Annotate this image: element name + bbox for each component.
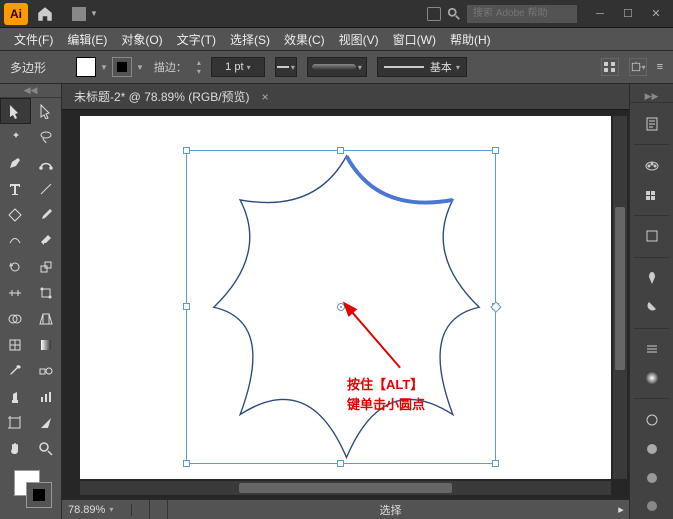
color-panel-icon[interactable] <box>639 153 665 178</box>
artboard-tool[interactable] <box>0 410 31 436</box>
magic-wand-tool[interactable] <box>0 124 31 150</box>
line-tool[interactable] <box>31 176 62 202</box>
menu-view[interactable]: 视图(V) <box>333 29 385 50</box>
panel-menu-icon[interactable]: ≡ <box>657 61 663 73</box>
graphic-style-drop[interactable]: 基本▾ <box>377 57 467 77</box>
paintbrush-tool[interactable] <box>31 202 62 228</box>
fill-swatch[interactable] <box>76 57 96 77</box>
shape-builder-tool[interactable] <box>0 306 31 332</box>
home-icon[interactable] <box>36 5 54 23</box>
swatches-panel-icon[interactable] <box>639 182 665 207</box>
width-tool[interactable] <box>0 280 31 306</box>
shape-type-label: 多边形 <box>10 59 46 76</box>
layers-panel-icon[interactable] <box>639 465 665 490</box>
menu-select[interactable]: 选择(S) <box>224 29 276 50</box>
handle-mid-left[interactable] <box>183 303 190 310</box>
menu-object[interactable]: 对象(O) <box>115 29 168 50</box>
eraser-tool[interactable] <box>31 228 62 254</box>
vertical-scrollbar[interactable] <box>613 116 627 479</box>
menu-edit[interactable]: 编辑(E) <box>61 29 113 50</box>
properties-panel-icon[interactable] <box>639 111 665 136</box>
status-menu[interactable]: ▸ <box>613 503 629 516</box>
zoom-level[interactable]: 78.89%▾ <box>62 504 132 516</box>
perspective-tool[interactable] <box>31 306 62 332</box>
status-mode: 选择 <box>168 502 613 518</box>
search-input[interactable] <box>467 5 577 23</box>
brushes-panel-icon[interactable] <box>639 266 665 291</box>
transparency-panel-icon[interactable] <box>639 407 665 432</box>
rectangle-tool[interactable] <box>0 202 31 228</box>
fill-stroke-indicator[interactable] <box>0 466 61 512</box>
gradient-tool[interactable] <box>31 332 62 358</box>
blend-tool[interactable] <box>31 358 62 384</box>
eyedropper-tool[interactable] <box>0 358 31 384</box>
stroke-dropdown[interactable]: ▼ <box>136 63 144 72</box>
menu-file[interactable]: 文件(F) <box>8 29 59 50</box>
app-icon: Ai <box>4 3 28 25</box>
symbols-panel-icon[interactable] <box>639 295 665 320</box>
direct-selection-tool[interactable] <box>31 98 62 124</box>
stroke-weight-input[interactable]: 1 pt ▾ <box>211 57 265 77</box>
tab-close-icon[interactable]: × <box>262 90 269 104</box>
canvas[interactable]: 按住【ALT】 键单击小圆点 <box>80 116 611 479</box>
menu-help[interactable]: 帮助(H) <box>444 29 497 50</box>
type-tool[interactable] <box>0 176 31 202</box>
lasso-tool[interactable] <box>31 124 62 150</box>
shaper-tool[interactable] <box>0 228 31 254</box>
stroke-down[interactable]: ▾ <box>197 67 201 76</box>
panels-collapse[interactable]: ▶▶ <box>630 90 673 103</box>
stroke-panel-icon[interactable] <box>639 337 665 362</box>
search-icon <box>447 7 461 21</box>
layout-dropdown[interactable]: ▼ <box>66 5 104 23</box>
minimize-button[interactable]: ─ <box>587 5 613 23</box>
align-icon[interactable] <box>601 58 619 76</box>
handle-top-right[interactable] <box>492 147 499 154</box>
scale-tool[interactable] <box>31 254 62 280</box>
transform-icon[interactable]: ▾ <box>629 58 647 76</box>
stroke-profile[interactable]: ▾ <box>275 57 297 77</box>
gradient-panel-icon[interactable] <box>639 366 665 391</box>
pen-tool[interactable] <box>0 150 31 176</box>
menu-window[interactable]: 窗口(W) <box>387 29 442 50</box>
column-graph-tool[interactable] <box>31 384 62 410</box>
selection-tool[interactable] <box>0 98 31 124</box>
tools-collapse[interactable]: ◀◀ <box>0 84 61 98</box>
close-button[interactable]: ✕ <box>643 5 669 23</box>
mesh-tool[interactable] <box>0 332 31 358</box>
align-panel-icon[interactable] <box>639 494 665 519</box>
appearance-panel-icon[interactable] <box>639 436 665 461</box>
menu-effect[interactable]: 效果(C) <box>278 29 331 50</box>
handle-bot-right[interactable] <box>492 460 499 467</box>
brush-drop[interactable]: ▾ <box>307 57 367 77</box>
annotation-text: 按住【ALT】 键单击小圆点 <box>347 375 425 414</box>
maximize-button[interactable]: ☐ <box>615 5 641 23</box>
shape-center-widget[interactable] <box>337 303 345 311</box>
handle-bot-mid[interactable] <box>337 460 344 467</box>
selection-bounding-box[interactable] <box>186 150 496 464</box>
menu-type[interactable]: 文字(T) <box>171 29 222 50</box>
slice-tool[interactable] <box>31 410 62 436</box>
free-transform-tool[interactable] <box>31 280 62 306</box>
stroke-swatch[interactable] <box>112 57 132 77</box>
hand-tool[interactable] <box>0 436 31 462</box>
handle-bot-left[interactable] <box>183 460 190 467</box>
horizontal-scrollbar[interactable] <box>80 481 611 495</box>
rotate-tool[interactable] <box>0 254 31 280</box>
libraries-panel-icon[interactable] <box>639 224 665 249</box>
stroke-up[interactable]: ▴ <box>197 58 201 67</box>
fill-dropdown[interactable]: ▼ <box>100 63 108 72</box>
zoom-tool[interactable] <box>31 436 62 462</box>
handle-top-left[interactable] <box>183 147 190 154</box>
curvature-tool[interactable] <box>31 150 62 176</box>
symbol-sprayer-tool[interactable] <box>0 384 31 410</box>
document-tab[interactable]: 未标题-2* @ 78.89% (RGB/预览) <box>74 88 250 105</box>
handle-top-mid[interactable] <box>337 147 344 154</box>
stroke-label: 描边： <box>154 59 187 75</box>
sync-icon[interactable] <box>427 7 441 21</box>
